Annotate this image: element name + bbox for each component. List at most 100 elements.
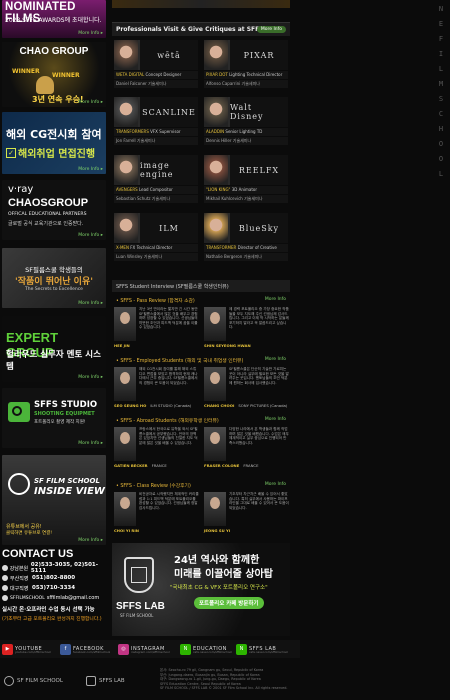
inside-view-banner[interactable]: SF FILM SCHOOL INSIDE VIEW 유튜브에서 공유! 클릭하… [2,455,106,545]
more-info-link[interactable]: More Info [78,375,103,380]
professional-role: "LION KING" 3D Animator [204,186,288,194]
professional-role: ALADDIN Senior Lighting TD [204,128,288,136]
top-image-strip [112,0,290,8]
sffs-lab-banner[interactable]: SFFS LAB SF FILM SCHOOL 24년 역사와 함께한 미래를 … [112,543,290,636]
expert-line2: 헐리우드 실무자 멘토 시스템 [6,350,101,372]
exhibit-line1: 해외 CG전시회 참여 [6,128,102,141]
professional-card[interactable]: PIXAR PIXAR DOT Lighting Technical Direct… [204,40,288,90]
vray-partner-banner[interactable]: v·ray CHAOSGROUP OFFICAL EDUCATIONAL PAR… [2,180,106,240]
contact-row: SFFILMSCHOOL sffilmlab@gmail.com [2,593,110,603]
professional-photo: REELFX [204,155,288,185]
sffs-studio-banner[interactable]: SFFS STUDIO SHOOTING EQUIPMET 포트폴리오 촬영 제… [2,388,106,448]
student-quote: 프랑스에서 한국으로 유학을 와서 SF필름스쿨에서 공부했습니다. 언어의 장… [139,427,198,445]
professional-card[interactable]: Walt Disney ALADDIN Senior Lighting TD Den… [204,97,288,147]
vertical-side-label: NEFILMSCHOOL [438,5,444,178]
nominated-films-banner[interactable]: NOMINATED FILMS 2023 SFFS AWARDS에 초대합니다.… [2,0,106,38]
student-interview-card[interactable]: 다양한 나라에서 온 학생들과 함께 작업하며 많은 것을 배웠습니다. 수업은… [204,427,290,471]
student-interview-card[interactable]: 해외 CG전시회 참여를 통해 해외 스튜디오 면접을 보았고 합격하여 현재 … [114,367,200,411]
works-line2: '작품이 뛰어난 이유' [14,277,94,287]
crest-icon [124,557,154,593]
student-photo [114,427,136,461]
professional-photo: BlueSky [204,213,288,243]
student-section-header: • SFFS - Pass Review (합격자 소감) More Info [116,297,286,304]
portrait-image [204,155,228,185]
youtube-link[interactable]: ▶ YOUTUBE youtube.com/sffilmschool [2,643,51,655]
more-info-link[interactable]: More Info [265,417,286,422]
student-quote: 비전공자로 시작했지만 체계적인 커리큘럼과 1:1 피드백 덕분에 포트폴리오… [139,492,199,510]
student-interview-card[interactable]: 기초부터 차근차근 배울 수 있어서 좋았습니다. 특히 실무에서 사용하는 파… [204,492,290,536]
more-info-link[interactable]: More Info [265,297,286,302]
more-info-link[interactable]: More Info [78,441,103,446]
student-interview-card[interactable]: 프랑스에서 한국으로 유학을 와서 SF필름스쿨에서 공부했습니다. 언어의 장… [114,427,200,471]
studio-logo: PIXAR [230,40,288,70]
professionals-title: Professionals Visit & Give Critiques at … [116,26,264,33]
social-links-bar: ▶ YOUTUBE youtube.com/sffilmschool f FAC… [0,640,300,658]
professional-card[interactable]: SCANLINE TRANSFORMERS VFX Supervisor Jon F… [114,97,198,147]
student-section-header: • SFFS - Employed Students (해외 및 국내 취업생 … [116,357,286,364]
portrait-image [204,40,228,70]
professional-name: Mikhail Kuhlcevich 기술세미나 [204,195,288,203]
visit-cafe-button[interactable]: 포트폴리오 카페 방문하기 [194,597,264,609]
nominated-subtitle: 2023 SFFS AWARDS에 초대합니다. [5,17,102,24]
naver-cafe-icon: N [236,643,247,655]
professional-card[interactable]: ILM X-MEN FX Technical Director Luan Winsl… [114,213,198,263]
exhibit-line2: 해외취업 면접진행 [18,149,96,160]
chaos-group-winner-banner[interactable]: CHAO GROUP WINNER WINNER 3년 연속 우승! More … [2,42,106,107]
student-interview-card[interactable]: 제 경력 포트폴리오 중 가장 중요한 작품들을 모두 지도해 주신 선생님께 … [204,307,290,351]
more-info-button[interactable]: More Info [256,26,286,33]
checkbox-icon: ✓ [6,147,16,158]
student-section-header: • SFFS - Class Review (수강후기) More Info [116,482,286,489]
professional-role: TRANSFORMERS VFX Supervisor [114,128,198,136]
studio-logo: REELFX [230,155,288,185]
sffs-lab-cafe-link[interactable]: N SFFS LAB cafe.naver.com/sffilmschool [236,643,288,655]
instagram-icon: ◎ [118,643,129,655]
student-interview-card[interactable]: 비전공자로 시작했지만 체계적인 커리큘럼과 1:1 피드백 덕분에 포트폴리오… [114,492,200,536]
more-info-link[interactable]: More Info [78,167,103,172]
vray-note: 글로벌 공식 교육기관으로 인증받다. [8,221,84,227]
student-quote: 제 경력 포트폴리오 중 가장 중요한 작품들을 모두 지도해 주신 선생님께 … [229,307,289,330]
phone-icon [2,575,8,581]
studio-line3: 포트폴리오 촬영 제작 지원! [34,420,86,425]
more-info-link[interactable]: More Info [78,301,103,306]
student-photo [114,307,136,341]
footer: SF FILM SCHOOL SFFS LAB 본사: Seocho-ro 79… [0,664,300,700]
student-interview-card[interactable]: 지난 3년 반이라는 짧지만 긴 시간 동안 SF필름스쿨에서 많은 것을 배우… [114,307,200,351]
professional-card[interactable]: BlueSky TRANSFORMER Director of Creative N… [204,213,288,263]
contact-row: 강남본원 02)533-3035, 02)501-5111 [2,562,110,574]
student-name: SEO SEUNG HO ILM STUDIO (Canada) [114,403,192,408]
contact-section: CONTACT US 강남본원 02)533-3035, 02)501-5111… [2,548,110,622]
professional-card[interactable]: wētā WETA DIGITAL Concept Designer Daniel … [114,40,198,90]
studio-line2: SHOOTING EQUIPMET [34,411,95,417]
professional-role: TRANSFORMER Director of Creative [204,244,288,252]
contact-row: 부산직영 051)802-8800 [2,573,110,583]
student-interview-header: SFFS Student Interview (SF필름스쿨 학생인터뷰) [112,280,290,292]
more-info-link[interactable]: More Info [78,538,103,543]
student-photo [204,307,226,341]
education-cafe-link[interactable]: N EDUCATION cafe.naver.com/sffilmschool [180,643,232,655]
lab-line1: 24년 역사와 함께한 [174,555,260,566]
student-interview-card[interactable]: SF필름스쿨은 단순히 기술만 가르치는 곳이 아니라 실무에 필요한 모든 것… [204,367,290,411]
student-works-banner[interactable]: SF필름스쿨 학생들의 '작품이 뛰어난 이유' The Secrets to … [2,248,106,308]
instagram-link[interactable]: ◎ INSTAGRAM instagram.com/sffilmschool [118,643,170,655]
more-info-link[interactable]: More Info [265,357,286,362]
professional-photo: ILM [114,213,198,243]
more-info-link[interactable]: More Info [265,482,286,487]
cg-exhibition-banner[interactable]: 해외 CG전시회 참여 ✓ 해외취업 면접진행 More Info [2,112,106,174]
student-quote: 다양한 나라에서 온 학생들과 함께 작업하며 많은 것을 배웠습니다. 수업은… [229,427,289,445]
more-info-link[interactable]: More Info [78,233,103,238]
student-quote: 기초부터 차근차근 배울 수 있어서 좋았습니다. 특히 실무에서 사용하는 파… [229,492,289,510]
facebook-link[interactable]: f FACEBOOK facebook.com/sffilmschool [60,643,110,655]
professional-role: PIXAR DOT Lighting Technical Director [204,71,288,79]
more-info-link[interactable]: More Info [78,100,103,105]
professional-name: Daniel Falconer 기술세미나 [114,80,198,88]
lab-line2: 미래를 이끌어줄 상아탑 [174,569,273,580]
professional-card[interactable]: image engine AVENGERS Lead Compositor Seba… [114,155,198,205]
vray-logo: v·ray [8,184,34,195]
expert-group-banner[interactable]: EXPERT GROUP 헐리우드 실무자 멘토 시스템 More Info [2,316,106,382]
studio-line1: SFFS STUDIO [34,400,98,410]
facebook-icon: f [60,643,71,655]
professional-card[interactable]: REELFX "LION KING" 3D Animator Mikhail Kuh… [204,155,288,205]
professionals-header: Professionals Visit & Give Critiques at … [112,22,290,36]
more-info-link[interactable]: More Info [78,31,103,36]
contact-title: CONTACT US [2,548,74,560]
